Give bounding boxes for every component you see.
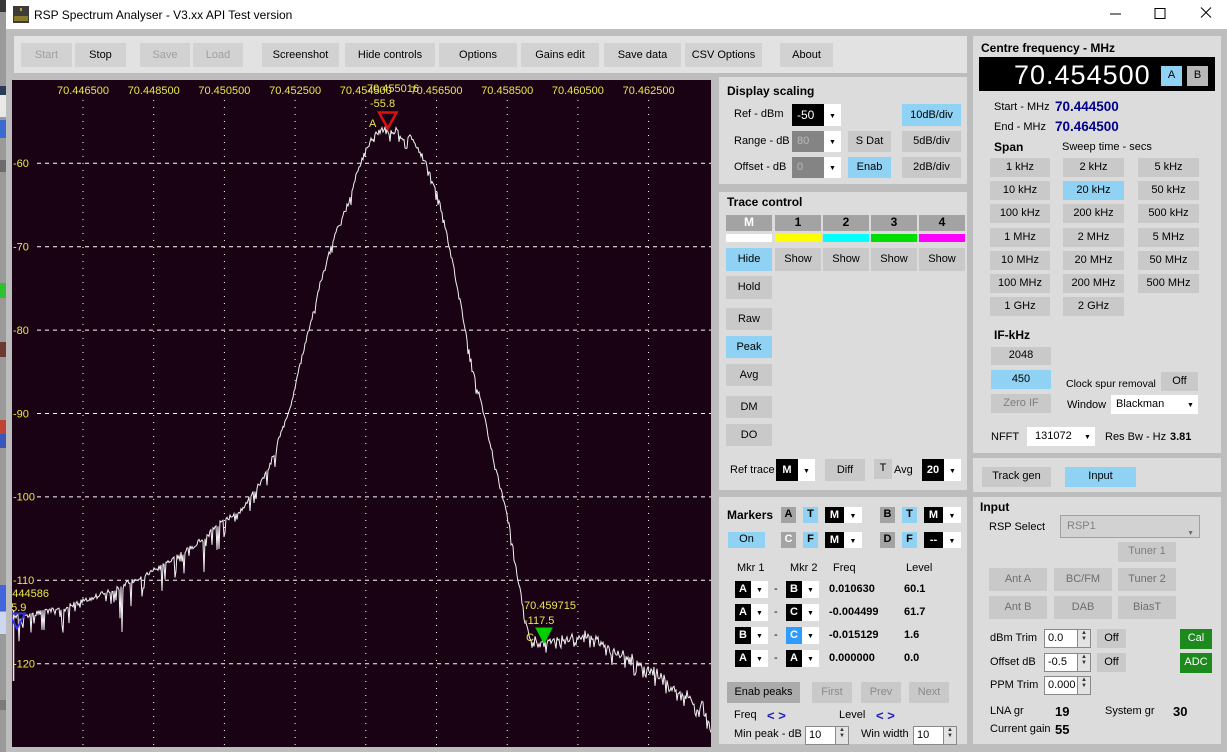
svg-text:A: A: [369, 118, 377, 130]
svg-text:70.460500: 70.460500: [552, 85, 604, 97]
svg-text:-55.8: -55.8: [370, 98, 395, 110]
svg-text:70.459715: 70.459715: [524, 600, 576, 612]
svg-text:C: C: [526, 632, 534, 644]
svg-text:70.448500: 70.448500: [128, 85, 180, 97]
svg-text:-120: -120: [13, 659, 35, 671]
svg-text:70.450500: 70.450500: [198, 85, 250, 97]
svg-text:70.455016: 70.455016: [367, 83, 419, 95]
svg-text:-117.5: -117.5: [524, 615, 554, 627]
svg-text:70.452500: 70.452500: [269, 85, 321, 97]
svg-text:70.444586: 70.444586: [12, 588, 49, 600]
svg-text:70.458500: 70.458500: [481, 85, 533, 97]
svg-text:-100: -100: [13, 492, 35, 504]
svg-text:-70: -70: [13, 242, 29, 254]
svg-text:-90: -90: [13, 408, 29, 420]
svg-text:70.446500: 70.446500: [57, 85, 109, 97]
svg-text:-80: -80: [13, 325, 29, 337]
svg-text:70.462500: 70.462500: [623, 85, 675, 97]
svg-text:-110: -110: [13, 575, 34, 587]
svg-text:-115.9: -115.9: [12, 602, 26, 614]
svg-text:-60: -60: [13, 158, 29, 170]
